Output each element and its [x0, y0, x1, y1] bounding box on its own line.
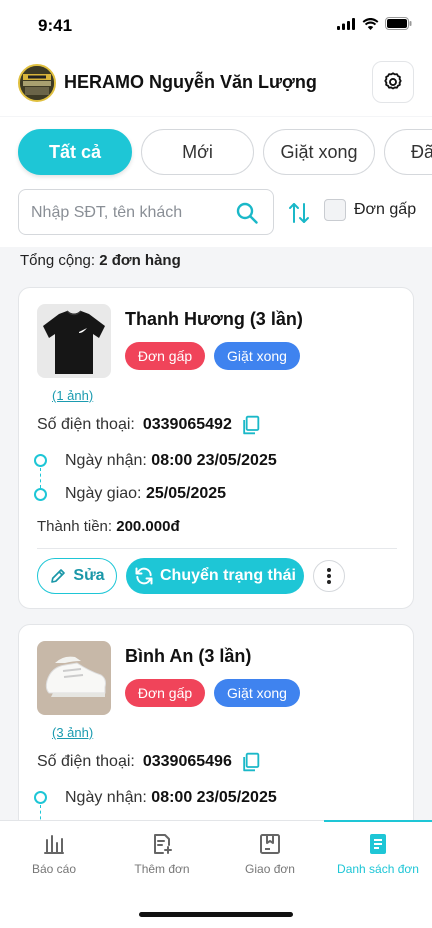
customer-name: Thanh Hương (3 lần) — [125, 309, 303, 329]
gear-icon — [384, 72, 402, 90]
sort-icon[interactable] — [287, 201, 311, 225]
copy-icon[interactable] — [240, 752, 260, 772]
order-thumbnail[interactable] — [37, 641, 111, 715]
status-bar: 9:41 — [0, 0, 432, 52]
phone-number: 0339065492 — [142, 416, 232, 433]
copy-icon[interactable] — [240, 415, 260, 435]
total-price-label: Thành tiền: — [37, 518, 113, 535]
tab-washed[interactable]: Giặt xong — [263, 129, 375, 175]
search-box — [18, 189, 274, 235]
phone-number: 0339065496 — [142, 753, 232, 770]
change-status-button[interactable]: Chuyển trạng thái — [126, 558, 304, 594]
order-total-summary: Tổng cộng: 2 đơn hàng — [20, 252, 181, 269]
received-date-row: Ngày nhận: 08:00 23/05/2025 — [65, 789, 277, 807]
wifi-icon — [362, 17, 379, 30]
timeline-dot-received — [34, 454, 47, 467]
received-date-row: Ngày nhận: 08:00 23/05/2025 — [65, 452, 277, 470]
urgent-filter-label: Đơn gấp — [354, 201, 417, 218]
more-vertical-icon — [327, 568, 331, 584]
timeline-dot-received — [34, 791, 47, 804]
delivery-date: 25/05/2025 — [145, 485, 227, 502]
summary-label: Tổng cộng: — [20, 252, 96, 269]
app-header: HERAMO Nguyễn Văn Lượng — [0, 52, 432, 116]
urgent-filter[interactable]: Đơn gấp — [324, 199, 416, 221]
status-badge: Giặt xong — [214, 679, 300, 707]
received-label: Ngày nhận: — [65, 789, 147, 806]
urgent-badge: Đơn gấp — [125, 342, 205, 370]
tshirt-photo-icon — [37, 304, 111, 378]
urgent-checkbox[interactable] — [324, 199, 346, 221]
report-chart-icon — [44, 835, 64, 854]
nav-add-order[interactable]: Thêm đơn — [108, 821, 216, 887]
tab-done[interactable]: Đã — [384, 129, 432, 175]
order-list-icon — [370, 834, 386, 854]
nav-delivery[interactable]: Giao đơn — [216, 821, 324, 887]
order-thumbnail[interactable] — [37, 304, 111, 378]
card-divider — [37, 548, 397, 549]
image-count-link[interactable]: (3 ảnh) — [52, 725, 93, 740]
phone-label: Số điện thoại: — [37, 753, 135, 770]
home-indicator — [139, 912, 293, 917]
nav-delivery-label: Giao đơn — [245, 862, 295, 876]
pencil-icon — [51, 569, 66, 583]
search-input[interactable] — [31, 200, 231, 226]
shop-logo-icon — [20, 66, 54, 100]
status-time: 9:41 — [38, 16, 73, 35]
urgent-badge: Đơn gấp — [125, 679, 205, 707]
nav-order-list[interactable]: Danh sách đơn — [324, 820, 432, 887]
total-price: 200.000đ — [116, 518, 180, 535]
shop-logo-avatar[interactable] — [18, 64, 56, 102]
shop-name: HERAMO Nguyễn Văn Lượng — [64, 72, 317, 92]
tab-all[interactable]: Tất cả — [18, 129, 132, 175]
delivery-box-icon — [260, 834, 280, 854]
nav-order-list-label: Danh sách đơn — [337, 862, 419, 876]
delivery-date-row: Ngày giao: 25/05/2025 — [65, 485, 226, 503]
signal-icon — [337, 17, 355, 30]
sneaker-photo-icon — [37, 641, 111, 715]
edit-button[interactable]: Sửa — [37, 558, 117, 594]
change-status-label: Chuyển trạng thái — [159, 567, 296, 584]
refresh-icon — [135, 567, 153, 585]
received-date: 08:00 23/05/2025 — [151, 452, 277, 469]
edit-button-label: Sửa — [73, 567, 105, 584]
status-badge: Giặt xong — [214, 342, 300, 370]
search-icon[interactable] — [235, 201, 259, 225]
total-price-row: Thành tiền: 200.000đ — [37, 518, 180, 535]
phone-row: Số điện thoại: 0339065496 — [37, 753, 232, 771]
delivery-label: Ngày giao: — [65, 485, 142, 502]
settings-button[interactable] — [372, 61, 414, 103]
timeline-line — [40, 468, 41, 488]
received-label: Ngày nhận: — [65, 452, 147, 469]
customer-name: Bình An (3 lần) — [125, 646, 252, 666]
active-tab-indicator — [324, 820, 432, 822]
timeline-dot-delivery — [34, 488, 47, 501]
tab-new[interactable]: Mới — [141, 129, 254, 175]
more-options-button[interactable] — [313, 560, 345, 592]
received-date: 08:00 23/05/2025 — [151, 789, 277, 806]
filter-toolbar: Đơn gấp — [0, 187, 432, 247]
image-count-link[interactable]: (1 ảnh) — [52, 388, 93, 403]
phone-label: Số điện thoại: — [37, 416, 135, 433]
summary-value: 2 đơn hàng — [99, 252, 181, 269]
status-tabs: Tất cả Mới Giặt xong Đã — [0, 117, 432, 187]
add-order-icon — [154, 834, 172, 854]
phone-row: Số điện thoại: 0339065492 — [37, 416, 232, 434]
nav-add-order-label: Thêm đơn — [134, 862, 190, 876]
nav-report[interactable]: Báo cáo — [0, 821, 108, 887]
order-card[interactable]: (1 ảnh) Thanh Hương (3 lần) Đơn gấp Giặt… — [18, 287, 414, 609]
status-icons — [337, 17, 412, 30]
battery-icon — [385, 17, 412, 30]
nav-report-label: Báo cáo — [31, 862, 77, 876]
